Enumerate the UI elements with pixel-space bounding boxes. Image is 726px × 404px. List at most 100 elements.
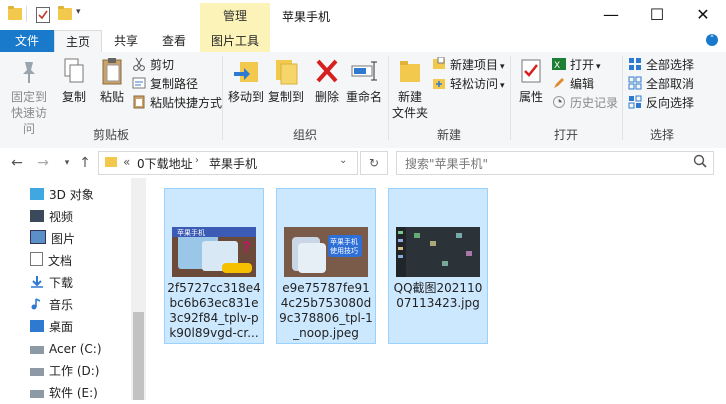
back-button[interactable]: ← bbox=[8, 154, 26, 172]
tab-home[interactable]: 主页 bbox=[54, 30, 102, 53]
nav-item-label: 桌面 bbox=[49, 320, 74, 334]
overflow-chevron[interactable]: « bbox=[123, 155, 130, 169]
edit-label: 编辑 bbox=[570, 77, 595, 91]
nav-item-drive-d[interactable]: 工作 (D:) bbox=[30, 360, 99, 382]
delete-button[interactable]: 删除 bbox=[310, 56, 344, 105]
breadcrumb-item[interactable]: 苹果手机 bbox=[209, 155, 257, 172]
nav-item-drive-e[interactable]: 软件 (E:) bbox=[30, 382, 98, 404]
refresh-button[interactable]: ↻ bbox=[360, 151, 388, 175]
tab-share[interactable]: 共享 bbox=[104, 30, 148, 52]
new-folder-label-2: 文件夹 bbox=[392, 106, 429, 120]
new-folder-icon[interactable] bbox=[58, 6, 72, 20]
nav-item-label: Acer (C:) bbox=[49, 342, 102, 356]
select-none-button[interactable]: 全部取消 bbox=[628, 75, 694, 93]
up-button[interactable]: ↑ bbox=[76, 154, 94, 172]
tab-picture-tools[interactable]: 图片工具 bbox=[200, 30, 270, 52]
breadcrumb-separator-icon[interactable]: › bbox=[195, 155, 199, 166]
invert-selection-button[interactable]: 反向选择 bbox=[628, 94, 694, 112]
properties-button[interactable]: 属性 bbox=[514, 56, 548, 105]
file-thumbnail: 苹果手机 使用技巧 bbox=[284, 227, 368, 277]
move-to-label: 移动到 bbox=[227, 90, 264, 104]
tab-file[interactable]: 文件 bbox=[0, 30, 54, 52]
file-name: e9e75787fe914c25b753080d9c378806_tpl-1_n… bbox=[279, 281, 373, 340]
svg-text:?: ? bbox=[242, 238, 251, 257]
easy-access-button[interactable]: 轻松访问 ▾ bbox=[432, 75, 505, 95]
svg-text:使用技巧: 使用技巧 bbox=[330, 246, 358, 255]
maximize-button[interactable]: ☐ bbox=[634, 0, 680, 30]
search-input[interactable]: 搜索"苹果手机" bbox=[396, 151, 714, 175]
file-item[interactable]: 苹果手机 ? 2f5727cc318e4bc6b63ec831e3c92f84_… bbox=[164, 188, 264, 344]
tab-view[interactable]: 查看 bbox=[152, 30, 196, 52]
customize-quick-access-icon[interactable]: ▾ bbox=[76, 7, 81, 17]
dropdown-arrow-icon: ▾ bbox=[500, 62, 505, 72]
group-label-new: 新建 bbox=[436, 128, 461, 142]
nav-item-pictures[interactable]: 图片 bbox=[30, 228, 75, 250]
film-icon bbox=[30, 210, 44, 222]
paste-icon bbox=[98, 56, 126, 86]
copy-path-button[interactable]: 复制路径 bbox=[132, 75, 198, 93]
select-none-label: 全部取消 bbox=[646, 77, 695, 91]
new-item-icon bbox=[432, 56, 446, 71]
file-name: QQ截图20211007113423.jpg bbox=[393, 281, 483, 310]
history-button[interactable]: 历史记录 bbox=[552, 94, 618, 112]
new-item-label: 新建项目 bbox=[450, 58, 499, 72]
open-icon: X bbox=[552, 57, 566, 71]
move-to-button[interactable]: 移动到 bbox=[226, 56, 266, 105]
nav-item-label: 文档 bbox=[48, 254, 73, 268]
copy-to-button[interactable]: 复制到 bbox=[266, 56, 306, 105]
address-dropdown-icon[interactable]: ⌄ bbox=[339, 155, 347, 166]
edit-button[interactable]: 编辑 bbox=[552, 75, 594, 93]
group-label-open: 打开 bbox=[553, 128, 578, 142]
nav-item-drive-c[interactable]: Acer (C:) bbox=[30, 338, 102, 360]
file-list: 苹果手机 ? 2f5727cc318e4bc6b63ec831e3c92f84_… bbox=[146, 178, 726, 400]
close-button[interactable]: ✕ bbox=[680, 0, 726, 30]
drive-icon bbox=[30, 346, 44, 354]
address-box[interactable]: « 0下载地址 › 苹果手机 ⌄ bbox=[98, 151, 358, 175]
file-item[interactable]: 苹果手机 使用技巧 e9e75787fe914c25b753080d9c3788… bbox=[276, 188, 376, 344]
file-thumbnail: 苹果手机 ? bbox=[172, 227, 256, 277]
breadcrumb-item[interactable]: 0下载地址 bbox=[137, 155, 193, 172]
select-all-button[interactable]: 全部选择 bbox=[628, 56, 694, 74]
nav-item-label: 软件 (E:) bbox=[49, 386, 98, 400]
paste-button[interactable]: 粘贴 bbox=[94, 56, 130, 105]
paste-shortcut-button[interactable]: 粘贴快捷方式 bbox=[132, 94, 222, 112]
select-all-icon bbox=[628, 57, 642, 71]
copy-to-icon bbox=[272, 56, 300, 86]
new-folder-button[interactable]: 新建 文件夹 bbox=[392, 56, 428, 121]
file-item[interactable]: QQ截图20211007113423.jpg bbox=[388, 188, 488, 344]
group-label-clipboard: 剪贴板 bbox=[92, 128, 129, 142]
nav-item-music[interactable]: 音乐 bbox=[30, 294, 73, 316]
delete-label: 删除 bbox=[314, 90, 339, 104]
help-icon[interactable]: ˄ bbox=[706, 34, 718, 46]
nav-item-documents[interactable]: 文档 bbox=[30, 250, 72, 272]
nav-item-label: 3D 对象 bbox=[49, 188, 94, 202]
nav-item-desktop[interactable]: 桌面 bbox=[30, 316, 73, 338]
nav-item-3d-objects[interactable]: 3D 对象 bbox=[30, 184, 94, 206]
new-folder-icon bbox=[396, 56, 424, 86]
minimize-button[interactable]: — bbox=[588, 0, 634, 30]
rename-button[interactable]: 重命名 bbox=[344, 56, 384, 105]
cut-button[interactable]: 剪切 bbox=[132, 56, 174, 74]
picture-tools-context-header[interactable]: 管理 bbox=[200, 3, 270, 30]
copy-button[interactable]: 复制 bbox=[56, 56, 92, 105]
select-none-icon bbox=[628, 76, 642, 90]
paste-shortcut-icon bbox=[132, 95, 146, 109]
new-item-button[interactable]: 新建项目 ▾ bbox=[432, 56, 505, 76]
pin-quick-access-button[interactable]: 固定到 快速访问 bbox=[6, 56, 52, 137]
forward-button[interactable]: → bbox=[34, 154, 52, 172]
nav-scrollbar-thumb[interactable] bbox=[133, 312, 144, 400]
properties-check-icon[interactable] bbox=[36, 7, 50, 23]
recent-locations-button[interactable]: ▾ bbox=[58, 154, 76, 172]
cube-icon bbox=[30, 188, 44, 200]
dropdown-arrow-icon: ▾ bbox=[500, 81, 505, 91]
nav-item-videos[interactable]: 视频 bbox=[30, 206, 73, 228]
rename-label: 重命名 bbox=[345, 90, 382, 104]
nav-item-downloads[interactable]: 下载 bbox=[30, 272, 73, 294]
search-icon[interactable] bbox=[693, 154, 707, 171]
properties-label: 属性 bbox=[518, 90, 543, 104]
address-bar-row: ← → ▾ ↑ « 0下载地址 › 苹果手机 ⌄ ↻ 搜索"苹果手机" bbox=[0, 148, 726, 178]
dropdown-arrow-icon: ▾ bbox=[596, 62, 601, 72]
open-button[interactable]: X 打开 ▾ bbox=[552, 56, 601, 76]
search-placeholder: 搜索"苹果手机" bbox=[405, 157, 489, 171]
window-title: 苹果手机 bbox=[282, 10, 331, 24]
